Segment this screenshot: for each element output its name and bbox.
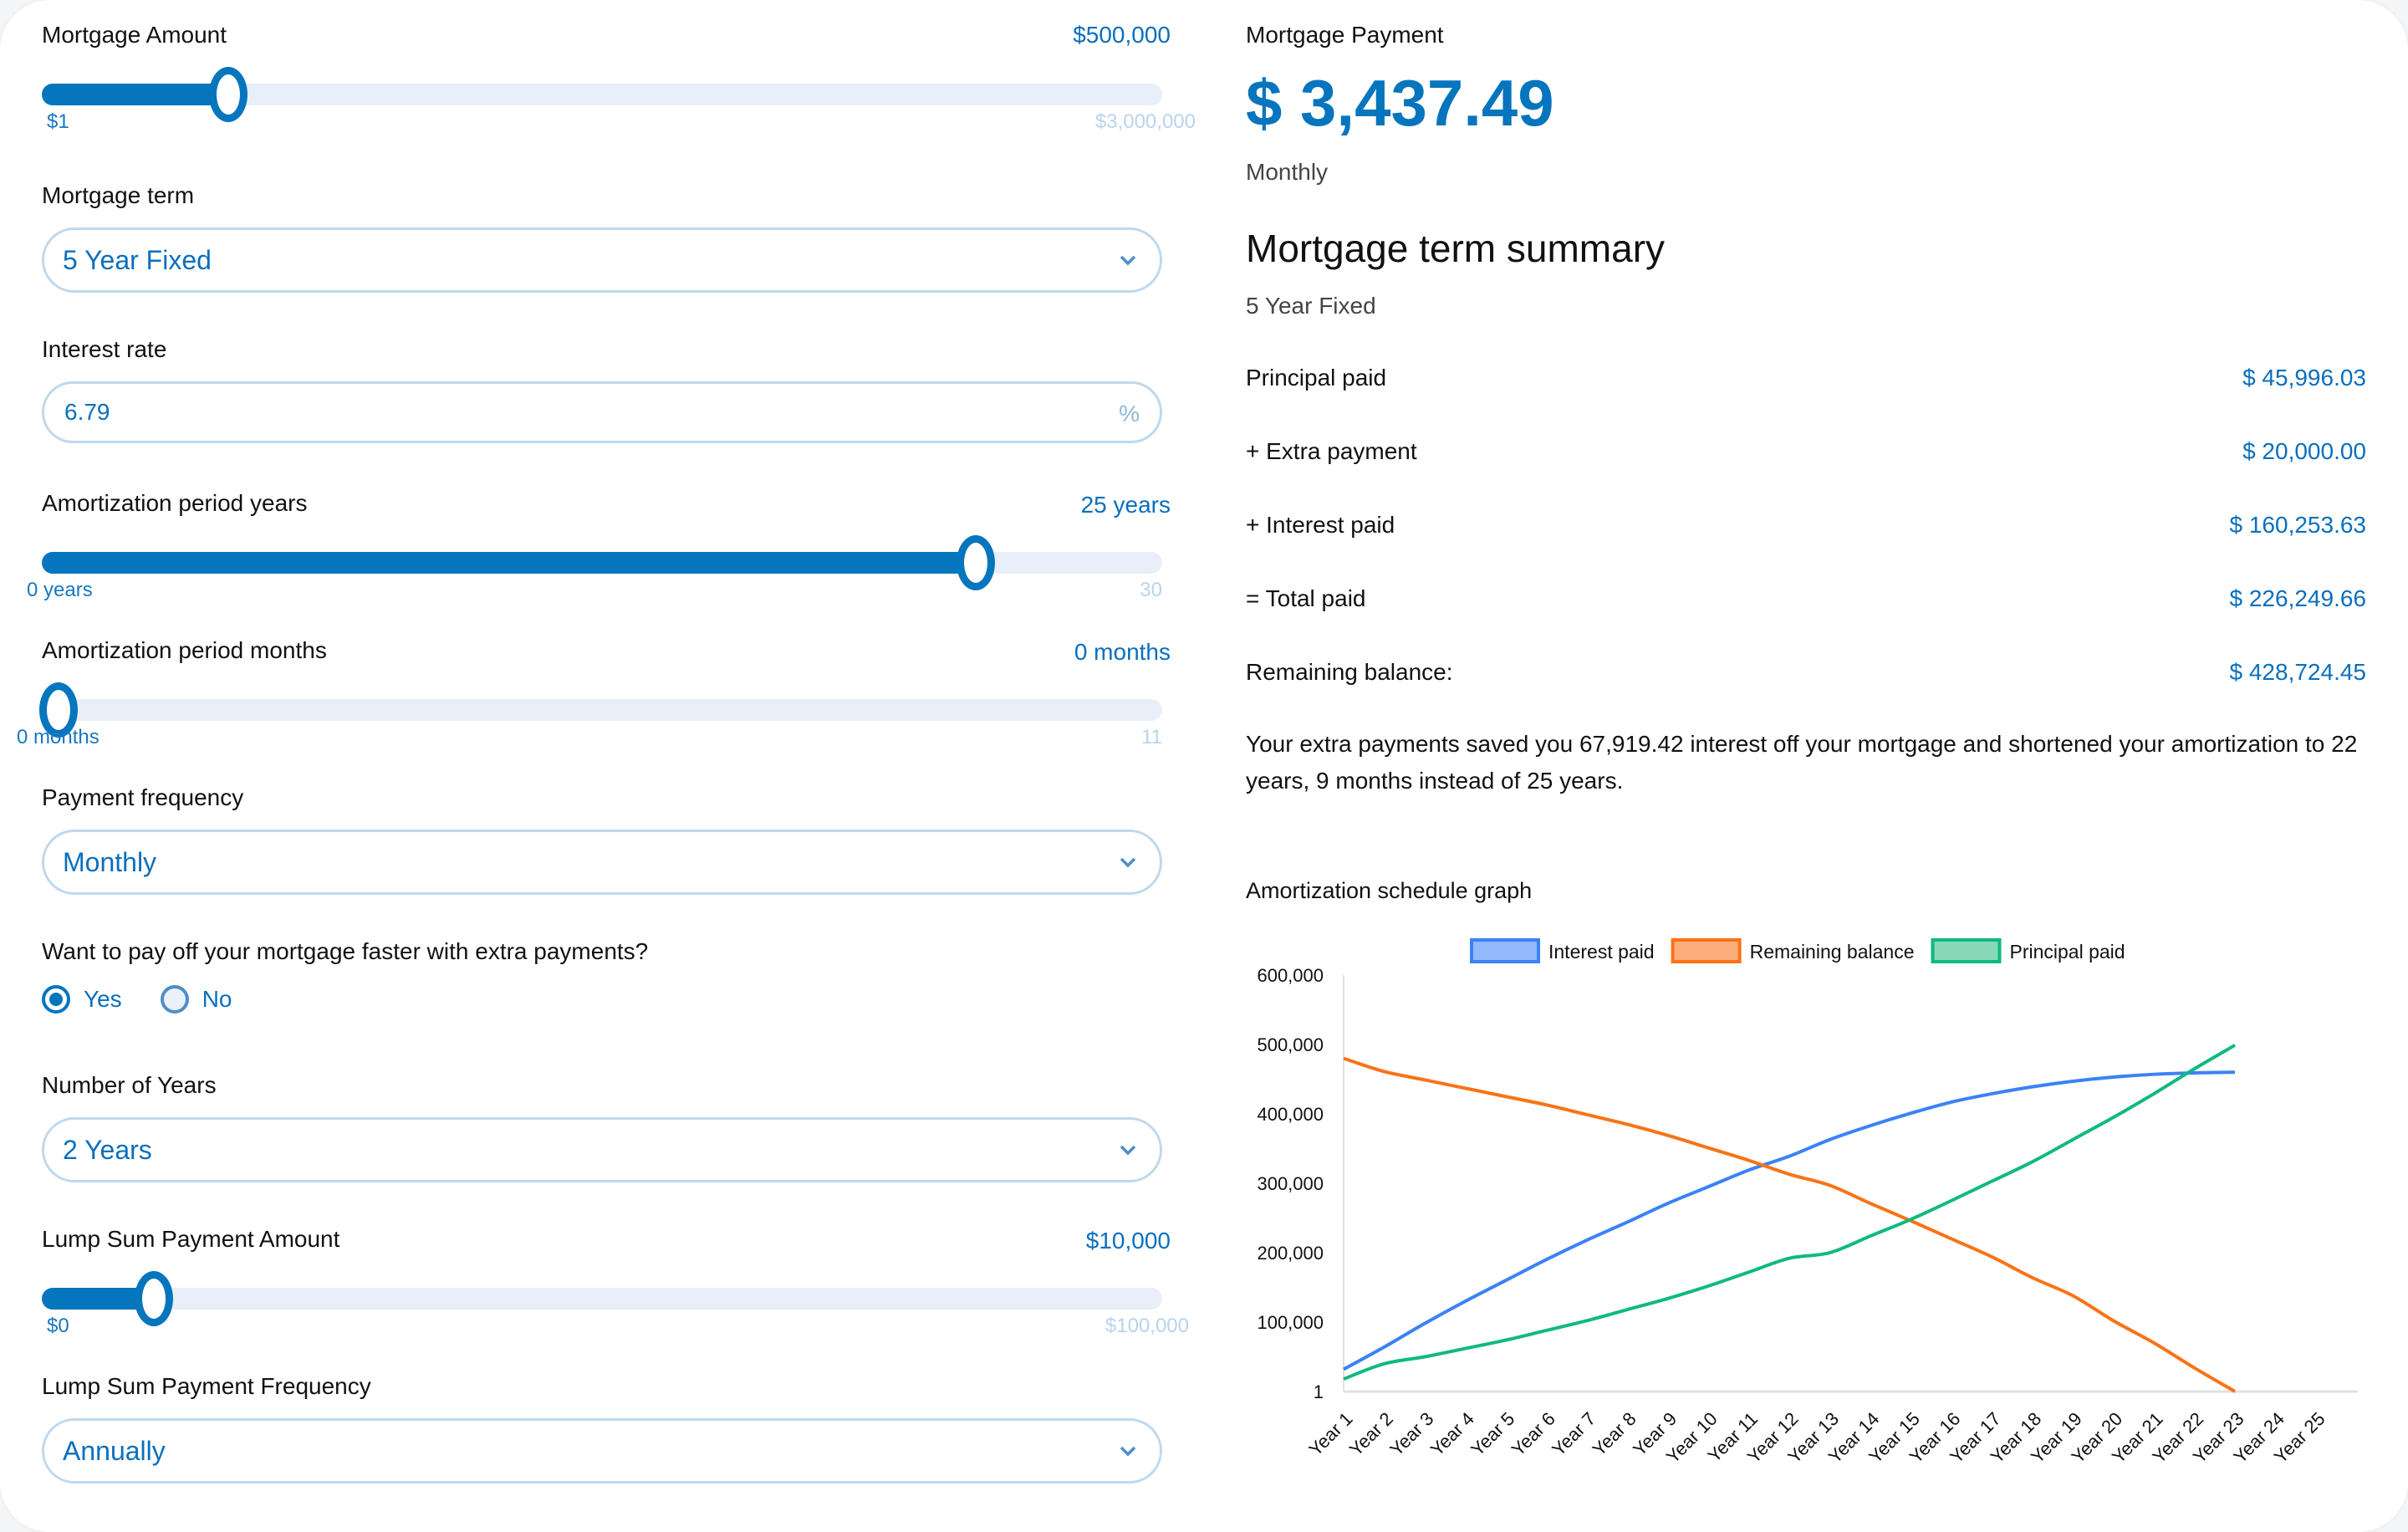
mortgage-term-select[interactable]: 5 Year Fixed xyxy=(42,227,1162,293)
slider-thumb[interactable] xyxy=(209,67,248,122)
x-tick-label: Year 5 xyxy=(1467,1408,1518,1460)
chevron-down-icon xyxy=(1120,1446,1136,1457)
payment-period: Monthly xyxy=(1246,159,1329,185)
mortgage-term-selected: 5 Year Fixed xyxy=(63,245,212,275)
radio-yes-label[interactable]: Yes xyxy=(84,986,122,1013)
summary-value: $ 45,996.03 xyxy=(2242,365,2366,391)
y-tick-label: 100,000 xyxy=(1257,1312,1324,1333)
x-tick-label: Year 7 xyxy=(1548,1408,1599,1460)
lump-sum-amount-label: Lump Sum Payment Amount xyxy=(42,1226,340,1252)
mortgage-amount-value: $500,000 xyxy=(1073,22,1171,48)
payment-frequency-selected: Monthly xyxy=(63,847,157,877)
mortgage-amount-label: Mortgage Amount xyxy=(42,22,227,48)
interest-rate-input[interactable] xyxy=(64,399,1068,426)
extra-payments-question: Want to pay off your mortgage faster wit… xyxy=(42,938,649,964)
radio-yes[interactable] xyxy=(42,985,70,1014)
x-tick-label: Year 3 xyxy=(1385,1408,1437,1460)
summary-label: = Total paid xyxy=(1246,585,1366,611)
legend-swatch xyxy=(1671,938,1742,963)
series-line-remaining-balance xyxy=(1343,1056,2237,1393)
lump-sum-amount-slider[interactable] xyxy=(42,1271,1162,1326)
legend-swatch xyxy=(1931,938,2002,963)
number-of-years-select[interactable]: 2 Years xyxy=(42,1117,1162,1182)
number-of-years-label: Number of Years xyxy=(42,1072,217,1098)
y-tick-label: 300,000 xyxy=(1257,1173,1324,1194)
amort-months-value: 0 months xyxy=(1074,639,1171,665)
y-tick-label: 200,000 xyxy=(1257,1243,1324,1264)
y-tick-label: 400,000 xyxy=(1257,1104,1324,1125)
legend-label: Principal paid xyxy=(2010,941,2125,963)
series-line-interest-paid xyxy=(1343,1070,2236,1371)
y-tick-label: 500,000 xyxy=(1257,1034,1324,1055)
y-tick-label: 600,000 xyxy=(1257,965,1324,986)
x-tick-label: Year 6 xyxy=(1508,1408,1559,1460)
interest-rate-label: Interest rate xyxy=(42,336,167,362)
percent-suffix: % xyxy=(1119,401,1140,426)
mortgage-amount-max: $3,000,000 xyxy=(1094,110,1196,133)
mortgage-term-label: Mortgage term xyxy=(42,182,195,208)
slider-track xyxy=(42,1288,1162,1310)
amort-years-max: 30 xyxy=(1140,579,1162,601)
summary-value: $ 226,249.66 xyxy=(2229,585,2367,611)
lump-sum-frequency-select[interactable]: Annually xyxy=(42,1418,1162,1483)
payment-frequency-select[interactable]: Monthly xyxy=(42,830,1162,895)
x-tick-label: Year 8 xyxy=(1589,1408,1640,1460)
summary-label: + Extra payment xyxy=(1246,438,1417,464)
amortization-chart: 1 100,000 200,000 300,000 400,000 500,000 600,… xyxy=(1257,938,2358,1468)
summary-label: + Interest paid xyxy=(1246,512,1395,538)
summary-term: 5 Year Fixed xyxy=(1246,293,1376,319)
lump-sum-frequency-selected: Annually xyxy=(63,1436,166,1466)
slider-thumb[interactable] xyxy=(135,1271,173,1326)
amort-years-min: 0 years xyxy=(27,579,93,601)
slider-fill xyxy=(42,84,229,105)
mortgage-amount-slider[interactable] xyxy=(42,67,1162,122)
number-of-years-selected: 2 Years xyxy=(63,1135,152,1165)
calculator-card: Mortgage Amount $500,000 $1 $3,000,000 M… xyxy=(0,0,2408,1532)
summary-label: Principal paid xyxy=(1246,365,1387,391)
chart-title: Amortization schedule graph xyxy=(1246,878,1533,903)
savings-note: Your extra payments saved you 67,919.42 … xyxy=(1246,731,2358,794)
lump-sum-amount-value: $10,000 xyxy=(1085,1228,1171,1254)
chevron-down-icon xyxy=(1120,255,1136,266)
summary-value: $ 20,000.00 xyxy=(2242,438,2366,464)
lump-sum-frequency-label: Lump Sum Payment Frequency xyxy=(42,1373,371,1399)
slider-track xyxy=(42,699,1162,721)
payment-frequency-label: Payment frequency xyxy=(42,784,244,810)
slider-fill xyxy=(42,552,976,574)
amort-years-label: Amortization period years xyxy=(42,490,308,516)
x-tick-label: Year 4 xyxy=(1426,1408,1478,1460)
lump-sum-amount-max: $100,000 xyxy=(1105,1315,1189,1337)
summary-value: $ 428,724.45 xyxy=(2229,659,2367,685)
amort-months-label: Amortization period months xyxy=(42,637,327,663)
amort-months-min: 0 months xyxy=(17,726,99,748)
summary-title: Mortgage term summary xyxy=(1246,227,1666,270)
radio-no[interactable] xyxy=(160,985,189,1014)
summary-value: $ 160,253.63 xyxy=(2229,512,2367,538)
interest-rate-field[interactable]: % xyxy=(42,381,1162,443)
chevron-down-icon xyxy=(1120,1145,1136,1156)
lump-sum-amount-min: $0 xyxy=(47,1315,69,1337)
amort-months-max: 11 xyxy=(1141,726,1162,748)
legend-label: Remaining balance xyxy=(1750,941,1915,963)
x-tick-label: Year 1 xyxy=(1304,1408,1356,1460)
legend-label: Interest paid xyxy=(1548,941,1655,963)
y-tick-label: 1 xyxy=(1314,1381,1324,1402)
series-line-principal-paid xyxy=(1343,1044,2237,1381)
summary-label: Remaining balance: xyxy=(1246,659,1453,685)
payment-amount: $ 3,437.49 xyxy=(1246,66,1554,140)
amort-months-slider[interactable] xyxy=(39,682,1162,738)
slider-thumb[interactable] xyxy=(956,535,995,590)
chevron-down-icon xyxy=(1120,857,1136,868)
legend-swatch xyxy=(1470,938,1540,963)
radio-no-label[interactable]: No xyxy=(202,986,232,1013)
mortgage-amount-min: $1 xyxy=(47,110,69,133)
amort-years-slider[interactable] xyxy=(42,535,1162,590)
amort-years-value: 25 years xyxy=(1080,492,1171,518)
x-tick-label: Year 2 xyxy=(1345,1408,1397,1460)
payment-title: Mortgage Payment xyxy=(1246,22,1444,48)
extra-payments-radio-group: Yes No xyxy=(42,985,257,1014)
